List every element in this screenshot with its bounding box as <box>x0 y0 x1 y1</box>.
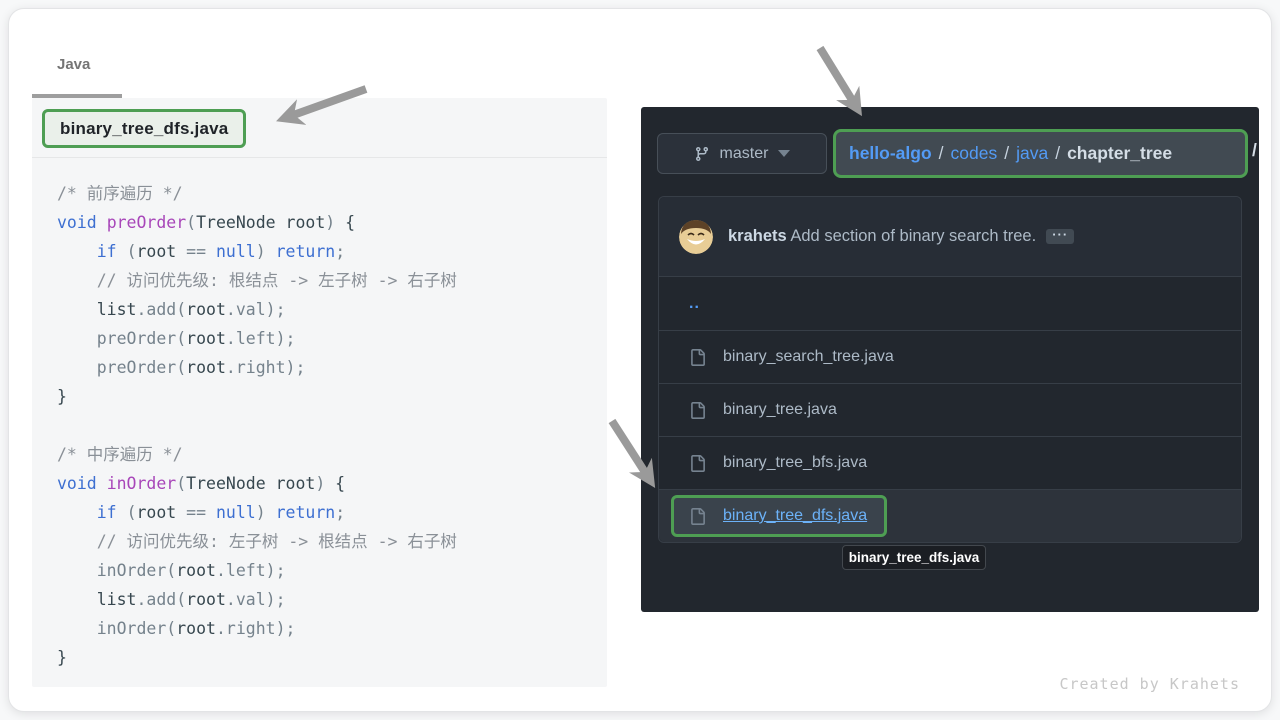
file-icon <box>689 349 706 366</box>
breadcrumb-separator: / <box>1004 143 1009 164</box>
code-line: /* 中序遍历 */ <box>57 440 607 469</box>
breadcrumb-separator: / <box>1055 143 1060 164</box>
code-line: preOrder(root.left); <box>57 324 607 353</box>
file-icon <box>689 402 706 419</box>
code-filename: binary_tree_dfs.java <box>60 119 228 139</box>
code-line: void inOrder(TreeNode root) { <box>57 469 607 498</box>
code-line: inOrder(root.right); <box>57 614 607 643</box>
code-line: /* 前序遍历 */ <box>57 179 607 208</box>
code-line: inOrder(root.left); <box>57 556 607 585</box>
latest-commit-row: krahets Add section of binary search tre… <box>659 197 1241 276</box>
breadcrumb-trailing-slash: / <box>1252 140 1257 161</box>
file-row[interactable]: binary_search_tree.java <box>659 330 1241 383</box>
commit-message: Add section of binary search tree. <box>787 227 1036 245</box>
avatar[interactable] <box>679 220 713 254</box>
github-panel: master hello-algo / codes / java / chapt… <box>641 107 1259 612</box>
credit-text: Created by Krahets <box>1059 675 1240 693</box>
file-link[interactable]: binary_tree_dfs.java <box>723 507 867 525</box>
parent-dir-link[interactable]: .. <box>689 295 700 313</box>
file-link[interactable]: binary_tree.java <box>723 401 837 419</box>
breadcrumb-separator: / <box>939 143 944 164</box>
commit-text: krahets Add section of binary search tre… <box>728 227 1074 246</box>
code-line: void preOrder(TreeNode root) { <box>57 208 607 237</box>
commit-author[interactable]: krahets <box>728 227 787 245</box>
code-line: } <box>57 643 607 672</box>
code-panel: binary_tree_dfs.java /* 前序遍历 */void preO… <box>32 98 607 687</box>
code-line: if (root == null) return; <box>57 498 607 527</box>
file-row[interactable]: binary_tree_dfs.java <box>659 489 1241 542</box>
code-line: if (root == null) return; <box>57 237 607 266</box>
file-icon <box>689 455 706 472</box>
git-branch-icon <box>694 146 710 162</box>
file-listbox: krahets Add section of binary search tre… <box>658 196 1242 543</box>
code-lines: /* 前序遍历 */void preOrder(TreeNode root) {… <box>32 158 607 672</box>
screenshot-stage: Java binary_tree_dfs.java /* 前序遍历 */void… <box>0 0 1280 720</box>
code-header: binary_tree_dfs.java <box>32 98 607 158</box>
caret-down-icon <box>778 150 790 157</box>
file-link[interactable]: binary_tree_bfs.java <box>723 454 867 472</box>
file-tooltip: binary_tree_dfs.java <box>842 545 986 570</box>
code-line: preOrder(root.right); <box>57 353 607 382</box>
code-line: list.add(root.val); <box>57 295 607 324</box>
file-row[interactable]: binary_tree_bfs.java <box>659 436 1241 489</box>
code-line: } <box>57 382 607 411</box>
breadcrumb-repo-link[interactable]: hello-algo <box>849 143 932 164</box>
breadcrumb-highlight-box: hello-algo / codes / java / chapter_tree <box>833 129 1248 178</box>
file-link[interactable]: binary_search_tree.java <box>723 348 894 366</box>
file-highlight-box: binary_tree_dfs.java <box>671 495 887 537</box>
branch-selector-button[interactable]: master <box>657 133 827 174</box>
breadcrumb-dir-codes[interactable]: codes <box>951 143 998 164</box>
tab-java[interactable]: Java <box>57 56 90 73</box>
breadcrumb-dir-java[interactable]: java <box>1016 143 1048 164</box>
code-line <box>57 411 607 440</box>
file-icon <box>689 508 706 525</box>
file-list: .. binary_search_tree.java binary_tree.jav… <box>659 276 1241 542</box>
file-row-parent-dir[interactable]: .. <box>659 276 1241 330</box>
file-row[interactable]: binary_tree.java <box>659 383 1241 436</box>
code-line: // 访问优先级: 根结点 -> 左子树 -> 右子树 <box>57 266 607 295</box>
breadcrumb-current-dir: chapter_tree <box>1067 143 1172 164</box>
branch-label: master <box>720 145 769 163</box>
code-line: list.add(root.val); <box>57 585 607 614</box>
filename-highlight-box: binary_tree_dfs.java <box>42 109 246 148</box>
code-line: // 访问优先级: 左子树 -> 根结点 -> 右子树 <box>57 527 607 556</box>
commit-more-button[interactable]: ··· <box>1046 229 1074 244</box>
